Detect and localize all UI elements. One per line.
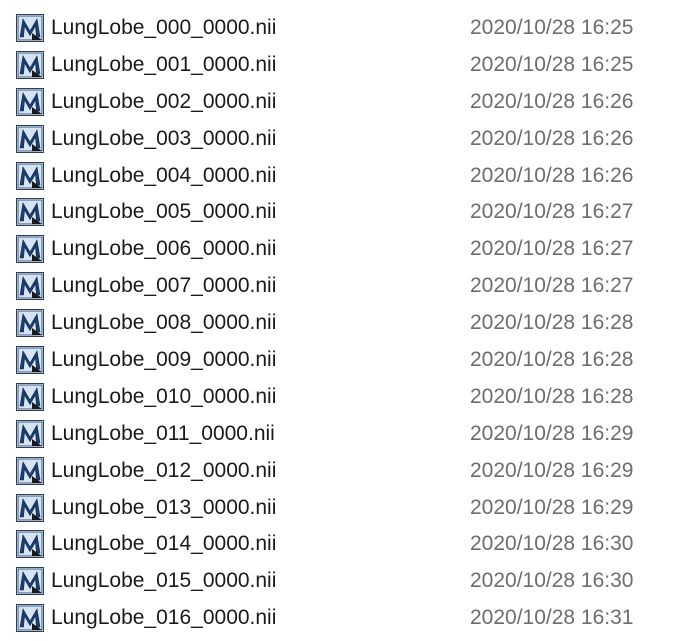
file-row[interactable]: LungLobe_013_0000.nii 2020/10/28 16:29 [0,490,679,527]
file-name: LungLobe_013_0000.nii [51,495,277,519]
matlab-file-icon [16,346,44,375]
file-row[interactable]: LungLobe_002_0000.nii 2020/10/28 16:26 [0,84,679,121]
file-name: LungLobe_012_0000.nii [51,458,277,482]
file-modified-date: 2020/10/28 16:26 [470,89,634,113]
file-name: LungLobe_003_0000.nii [51,126,277,150]
file-row[interactable]: LungLobe_012_0000.nii 2020/10/28 16:29 [0,453,679,490]
file-row[interactable]: LungLobe_006_0000.nii 2020/10/28 16:27 [0,231,679,268]
file-name: LungLobe_009_0000.nii [51,348,277,372]
file-row[interactable]: LungLobe_015_0000.nii 2020/10/28 16:30 [0,563,679,600]
file-modified-date: 2020/10/28 16:30 [470,569,634,593]
matlab-file-icon [16,124,44,153]
matlab-file-icon [16,14,44,42]
file-name: LungLobe_001_0000.nii [51,52,277,76]
file-modified-date: 2020/10/28 16:27 [470,200,634,224]
file-name: LungLobe_011_0000.nii [51,421,275,445]
matlab-file-icon [16,604,44,633]
matlab-file-icon [16,493,44,522]
file-modified-date: 2020/10/28 16:25 [470,52,634,76]
file-row[interactable]: LungLobe_016_0000.nii 2020/10/28 16:31 [0,600,679,637]
file-row[interactable]: LungLobe_005_0000.nii 2020/10/28 16:27 [0,194,679,231]
matlab-file-icon [16,50,44,79]
file-modified-date: 2020/10/28 16:26 [470,163,634,187]
file-name: LungLobe_015_0000.nii [51,569,277,593]
file-name: LungLobe_016_0000.nii [51,606,277,630]
matlab-file-icon [16,567,44,596]
file-row[interactable]: LungLobe_008_0000.nii 2020/10/28 16:28 [0,305,679,342]
file-row[interactable]: LungLobe_014_0000.nii 2020/10/28 16:30 [0,526,679,563]
matlab-file-icon [16,530,44,559]
matlab-file-icon [16,456,44,485]
matlab-file-icon [16,87,44,116]
file-row[interactable]: LungLobe_011_0000.nii 2020/10/28 16:29 [0,416,679,453]
matlab-file-icon [16,419,44,448]
file-modified-date: 2020/10/28 16:27 [470,237,634,261]
file-name: LungLobe_007_0000.nii [51,274,277,298]
file-row[interactable]: LungLobe_004_0000.nii 2020/10/28 16:26 [0,158,679,195]
file-list: LungLobe_000_0000.nii 2020/10/28 16:25 L… [0,10,679,637]
matlab-file-icon [16,272,44,301]
matlab-file-icon [16,161,44,190]
file-row[interactable]: LungLobe_009_0000.nii 2020/10/28 16:28 [0,342,679,379]
file-name: LungLobe_008_0000.nii [51,311,277,335]
matlab-file-icon [16,198,44,227]
file-name: LungLobe_004_0000.nii [51,163,277,187]
file-row[interactable]: LungLobe_000_0000.nii 2020/10/28 16:25 [0,10,679,47]
file-name: LungLobe_014_0000.nii [51,532,277,556]
file-modified-date: 2020/10/28 16:30 [470,532,634,556]
file-name: LungLobe_010_0000.nii [51,384,277,408]
file-row[interactable]: LungLobe_003_0000.nii 2020/10/28 16:26 [0,121,679,158]
matlab-file-icon [16,309,44,338]
file-name: LungLobe_002_0000.nii [51,89,277,113]
file-modified-date: 2020/10/28 16:29 [470,421,634,445]
matlab-file-icon [16,382,44,411]
file-row[interactable]: LungLobe_007_0000.nii 2020/10/28 16:27 [0,268,679,305]
file-modified-date: 2020/10/28 16:27 [470,274,634,298]
file-modified-date: 2020/10/28 16:25 [470,16,634,39]
file-modified-date: 2020/10/28 16:28 [470,384,634,408]
file-modified-date: 2020/10/28 16:26 [470,126,634,150]
file-row[interactable]: LungLobe_010_0000.nii 2020/10/28 16:28 [0,379,679,416]
file-modified-date: 2020/10/28 16:29 [470,495,634,519]
file-name: LungLobe_000_0000.nii [51,16,277,39]
file-modified-date: 2020/10/28 16:31 [470,606,634,630]
file-name: LungLobe_005_0000.nii [51,200,277,224]
file-modified-date: 2020/10/28 16:28 [470,311,634,335]
file-modified-date: 2020/10/28 16:29 [470,458,634,482]
file-modified-date: 2020/10/28 16:28 [470,348,634,372]
matlab-file-icon [16,235,44,264]
file-row[interactable]: LungLobe_001_0000.nii 2020/10/28 16:25 [0,47,679,84]
file-name: LungLobe_006_0000.nii [51,237,277,261]
